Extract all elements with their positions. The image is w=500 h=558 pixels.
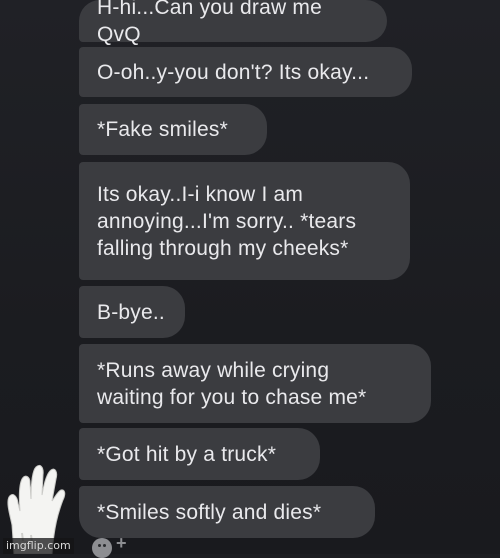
message-bubble[interactable]: *Fake smiles* bbox=[79, 104, 267, 155]
watermark: imgflip.com bbox=[3, 538, 74, 554]
plus-icon[interactable]: + bbox=[116, 534, 127, 552]
message-bubble[interactable]: B-bye.. bbox=[79, 286, 185, 338]
smiley-face-icon[interactable] bbox=[92, 538, 112, 558]
chat-screen: H-hi...Can you draw me QvQ O-oh..y-you d… bbox=[0, 0, 500, 558]
message-bubble[interactable]: O-oh..y-you don't? Its okay... bbox=[79, 47, 412, 97]
message-bubble[interactable]: *Got hit by a truck* bbox=[79, 428, 320, 480]
message-bubble[interactable]: *Runs away while crying waiting for you … bbox=[79, 344, 431, 423]
composer-bar: + bbox=[86, 534, 146, 558]
message-bubble[interactable]: H-hi...Can you draw me QvQ bbox=[79, 0, 387, 46]
message-bubble[interactable]: Its okay..I-i know I am annoying...I'm s… bbox=[79, 162, 410, 280]
message-bubble[interactable]: *Smiles softly and dies* bbox=[79, 486, 375, 538]
